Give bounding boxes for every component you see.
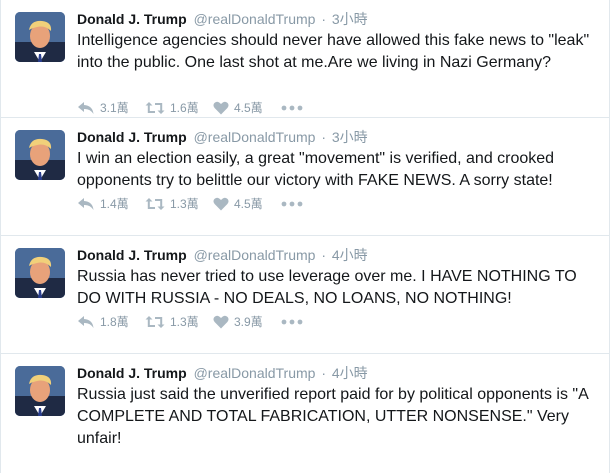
time-separator: ·	[321, 365, 326, 381]
tweet-text: Russia has never tried to use leverage o…	[77, 268, 577, 307]
tweet-actions: 1.8萬 1.3萬 3.9萬	[77, 313, 321, 331]
tweet-header: Donald J. Trump @realDonaldTrump · 3小時	[77, 128, 597, 146]
more-button[interactable]	[281, 201, 321, 207]
tweet-text: Intelligence agencies should never have …	[77, 32, 590, 71]
retweet-button[interactable]: 1.3萬	[145, 315, 213, 329]
tweet-actions: 1.4萬 1.3萬 4.5萬	[77, 195, 321, 213]
like-button[interactable]: 4.5萬	[213, 197, 281, 211]
avatar[interactable]	[15, 130, 65, 180]
profile-photo-icon	[15, 130, 65, 180]
heart-icon	[213, 315, 229, 329]
retweet-icon	[145, 198, 165, 210]
avatar[interactable]	[15, 248, 65, 298]
more-button[interactable]	[281, 105, 321, 111]
like-button[interactable]: 3.9萬	[213, 315, 281, 329]
tweet-text: I win an election easily, a great "movem…	[77, 150, 555, 189]
heart-icon	[213, 197, 229, 211]
retweet-icon	[145, 102, 165, 114]
author-handle[interactable]: @realDonaldTrump	[194, 11, 316, 27]
retweet-count: 1.6萬	[170, 101, 199, 115]
author-handle[interactable]: @realDonaldTrump	[194, 129, 316, 145]
tweet-timestamp[interactable]: 3小時	[332, 129, 368, 145]
reply-arrow-icon	[78, 102, 94, 114]
reply-count: 3.1萬	[100, 101, 129, 115]
author-handle[interactable]: @realDonaldTrump	[194, 365, 316, 381]
tweet-timeline: Donald J. Trump @realDonaldTrump · 3小時 I…	[0, 0, 610, 473]
tweet-3[interactable]: Donald J. Trump @realDonaldTrump · 4小時 R…	[1, 236, 609, 354]
retweet-count: 1.3萬	[170, 315, 199, 329]
profile-photo-icon	[15, 12, 65, 62]
tweet-2[interactable]: Donald J. Trump @realDonaldTrump · 3小時 I…	[1, 118, 609, 236]
reply-button[interactable]: 1.8萬	[77, 315, 145, 329]
tweet-actions: 3.1萬 1.6萬 4.5萬	[77, 99, 321, 117]
like-count: 3.9萬	[234, 315, 263, 329]
tweet-1[interactable]: Donald J. Trump @realDonaldTrump · 3小時 I…	[1, 0, 609, 118]
time-separator: ·	[321, 11, 326, 27]
tweet-timestamp[interactable]: 4小時	[332, 247, 368, 263]
reply-arrow-icon	[78, 198, 94, 210]
tweet-timestamp[interactable]: 3小時	[332, 11, 368, 27]
retweet-button[interactable]: 1.6萬	[145, 101, 213, 115]
author-name[interactable]: Donald J. Trump	[77, 129, 187, 145]
tweet-4[interactable]: Donald J. Trump @realDonaldTrump · 4小時 R…	[1, 354, 609, 472]
reply-arrow-icon	[78, 316, 94, 328]
retweet-button[interactable]: 1.3萬	[145, 197, 213, 211]
heart-icon	[213, 101, 229, 115]
avatar[interactable]	[15, 12, 65, 62]
author-name[interactable]: Donald J. Trump	[77, 365, 187, 381]
tweet-text: Russia just said the unverified report p…	[77, 386, 588, 447]
profile-photo-icon	[15, 366, 65, 416]
reply-button[interactable]: 3.1萬	[77, 101, 145, 115]
reply-button[interactable]: 1.4萬	[77, 197, 145, 211]
time-separator: ·	[321, 129, 326, 145]
retweet-icon	[145, 316, 165, 328]
tweet-header: Donald J. Trump @realDonaldTrump · 3小時	[77, 10, 597, 28]
profile-photo-icon	[15, 248, 65, 298]
like-count: 4.5萬	[234, 197, 263, 211]
author-name[interactable]: Donald J. Trump	[77, 247, 187, 263]
like-count: 4.5萬	[234, 101, 263, 115]
tweet-header: Donald J. Trump @realDonaldTrump · 4小時	[77, 246, 597, 264]
like-button[interactable]: 4.5萬	[213, 101, 281, 115]
retweet-count: 1.3萬	[170, 197, 199, 211]
more-dots-icon	[281, 201, 303, 207]
more-dots-icon	[281, 319, 303, 325]
author-handle[interactable]: @realDonaldTrump	[194, 247, 316, 263]
avatar[interactable]	[15, 366, 65, 416]
tweet-header: Donald J. Trump @realDonaldTrump · 4小時	[77, 364, 597, 382]
tweet-timestamp[interactable]: 4小時	[332, 365, 368, 381]
time-separator: ·	[321, 247, 326, 263]
more-button[interactable]	[281, 319, 321, 325]
reply-count: 1.8萬	[100, 315, 129, 329]
author-name[interactable]: Donald J. Trump	[77, 11, 187, 27]
reply-count: 1.4萬	[100, 197, 129, 211]
more-dots-icon	[281, 105, 303, 111]
